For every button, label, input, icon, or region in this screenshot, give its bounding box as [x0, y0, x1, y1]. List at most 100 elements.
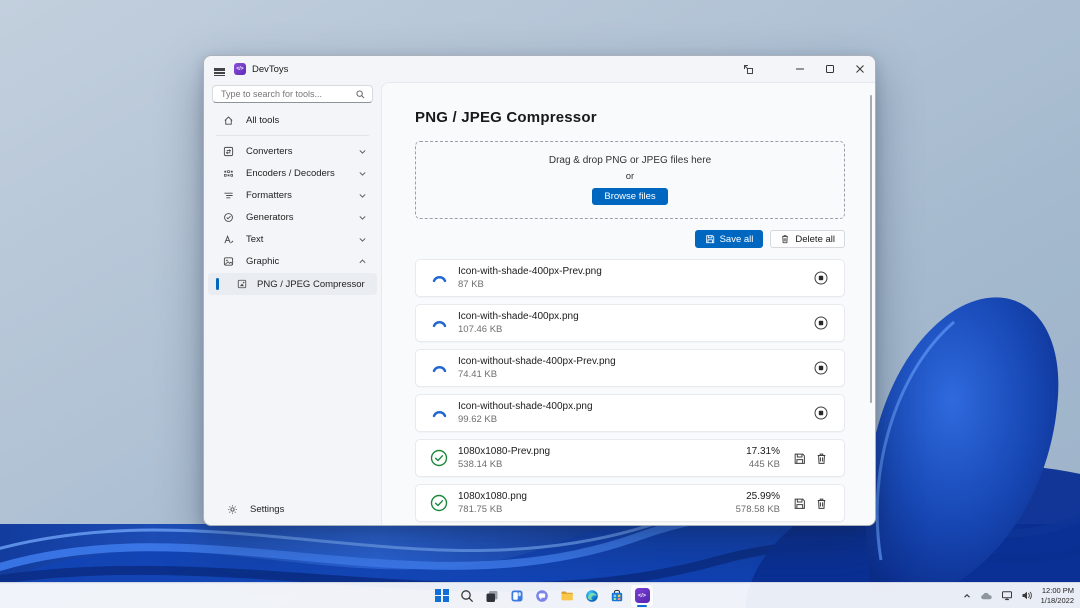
search-icon: [460, 589, 474, 603]
taskbar-clock[interactable]: 12:00 PM 1/18/2022: [1041, 586, 1074, 606]
windows-logo-icon: [435, 589, 448, 602]
hidden-icons-chevron[interactable]: [962, 591, 972, 601]
maximize-button[interactable]: [815, 56, 845, 82]
sidebar-item-all-tools[interactable]: All tools: [208, 109, 377, 131]
task-view-button[interactable]: [480, 584, 504, 608]
save-file-button[interactable]: [788, 492, 810, 514]
chevron-down-icon: [358, 235, 367, 244]
bulk-actions: Save all Delete all: [695, 230, 845, 248]
sidebar-item-graphic[interactable]: Graphic: [208, 250, 377, 272]
sidebar: All tools Converters Encoders / Decoders: [204, 82, 381, 525]
stop-icon: [814, 316, 828, 330]
minimize-button[interactable]: [785, 56, 815, 82]
menu-hamburger-button[interactable]: [204, 56, 234, 82]
tray-date: 1/18/2022: [1041, 596, 1074, 606]
file-size: 74.41 KB: [458, 369, 810, 380]
save-file-button[interactable]: [788, 447, 810, 469]
compression-stats: 17.31% 445 KB: [746, 446, 780, 470]
sidebar-item-formatters[interactable]: Formatters: [208, 184, 377, 206]
cancel-compression-button[interactable]: [810, 312, 832, 334]
chevron-down-icon: [358, 147, 367, 156]
dropzone-or-label: or: [626, 171, 634, 182]
store-icon: [610, 589, 624, 603]
vertical-scrollbar[interactable]: [870, 95, 872, 403]
trash-icon: [780, 234, 790, 244]
file-explorer-button[interactable]: [555, 584, 579, 608]
devtoys-taskbar-button[interactable]: </>: [630, 584, 654, 608]
file-size: 107.46 KB: [458, 324, 810, 335]
cancel-compression-button[interactable]: [810, 357, 832, 379]
generators-icon: [222, 212, 235, 223]
chevron-down-icon: [358, 169, 367, 178]
stop-icon: [814, 361, 828, 375]
chat-icon: [535, 589, 549, 603]
file-name: Icon-with-shade-400px.png: [458, 311, 810, 322]
dropzone-instruction: Drag & drop PNG or JPEG files here: [549, 155, 711, 166]
file-row: 1080x1080.png 781.75 KB 25.99% 578.58 KB: [415, 484, 845, 522]
sidebar-item-encoders-decoders[interactable]: Encoders / Decoders: [208, 162, 377, 184]
chevron-down-icon: [358, 191, 367, 200]
chat-button[interactable]: [530, 584, 554, 608]
chevron-up-icon: [358, 257, 367, 266]
devtoys-logo-icon: </>: [234, 63, 246, 75]
microsoft-store-button[interactable]: [605, 584, 629, 608]
compression-percent: 17.31%: [746, 446, 780, 457]
delete-all-button[interactable]: Delete all: [770, 230, 845, 248]
save-icon: [793, 497, 806, 510]
sidebar-item-converters[interactable]: Converters: [208, 140, 377, 162]
cancel-compression-button[interactable]: [810, 402, 832, 424]
volume-icon[interactable]: [1021, 590, 1033, 601]
progress-spinner-icon: [430, 359, 448, 377]
file-row: Icon-without-shade-400px-Prev.png 74.41 …: [415, 349, 845, 387]
encoders-decoders-icon: [222, 168, 235, 179]
browse-files-button[interactable]: Browse files: [592, 188, 667, 205]
save-all-button[interactable]: Save all: [695, 230, 764, 248]
task-view-icon: [485, 589, 499, 603]
file-list: Icon-with-shade-400px-Prev.png 87 KB Ico…: [415, 259, 845, 522]
file-name: Icon-without-shade-400px-Prev.png: [458, 356, 810, 367]
devtoys-window: </> DevToys: [203, 55, 876, 526]
system-tray: 12:00 PM 1/18/2022: [962, 583, 1074, 608]
sidebar-item-text[interactable]: Text: [208, 228, 377, 250]
file-row: Icon-without-shade-400px.png 99.62 KB: [415, 394, 845, 432]
window-title: DevToys: [252, 64, 288, 75]
desktop: </> DevToys: [0, 0, 1080, 608]
file-name: Icon-with-shade-400px-Prev.png: [458, 266, 810, 277]
compression-stats: 25.99% 578.58 KB: [736, 491, 780, 515]
stop-icon: [814, 271, 828, 285]
formatters-icon: [222, 190, 235, 201]
edge-icon: [585, 589, 599, 603]
sidebar-item-png-jpeg-compressor[interactable]: PNG / JPEG Compressor: [208, 273, 377, 295]
selection-accent-bar: [216, 278, 219, 290]
taskbar-search-button[interactable]: [455, 584, 479, 608]
sidebar-item-settings[interactable]: Settings: [212, 498, 373, 520]
sidebar-item-generators[interactable]: Generators: [208, 206, 377, 228]
compressed-size: 445 KB: [746, 459, 780, 470]
file-row: Icon-with-shade-400px-Prev.png 87 KB: [415, 259, 845, 297]
network-icon[interactable]: [1001, 590, 1013, 601]
page-title: PNG / JPEG Compressor: [415, 109, 597, 126]
home-icon: [222, 115, 235, 126]
edge-button[interactable]: [580, 584, 604, 608]
onedrive-cloud-icon[interactable]: [980, 591, 993, 601]
drag-drop-zone[interactable]: Drag & drop PNG or JPEG files here or Br…: [415, 141, 845, 219]
compression-percent: 25.99%: [736, 491, 780, 502]
delete-file-button[interactable]: [810, 492, 832, 514]
progress-spinner-icon: [430, 404, 448, 422]
tool-search-box[interactable]: [212, 85, 373, 103]
cancel-compression-button[interactable]: [810, 267, 832, 289]
success-check-icon: [430, 494, 448, 512]
devtoys-icon: </>: [635, 588, 650, 603]
compact-overlay-icon[interactable]: [733, 56, 763, 82]
file-name: 1080x1080-Prev.png: [458, 446, 746, 457]
widgets-button[interactable]: [505, 584, 529, 608]
stop-icon: [814, 406, 828, 420]
start-button[interactable]: [430, 584, 454, 608]
save-icon: [705, 234, 715, 244]
close-button[interactable]: [845, 56, 875, 82]
search-input[interactable]: [213, 89, 356, 99]
sidebar-divider: [216, 135, 369, 136]
file-size: 87 KB: [458, 279, 810, 290]
progress-spinner-icon: [430, 269, 448, 287]
delete-file-button[interactable]: [810, 447, 832, 469]
